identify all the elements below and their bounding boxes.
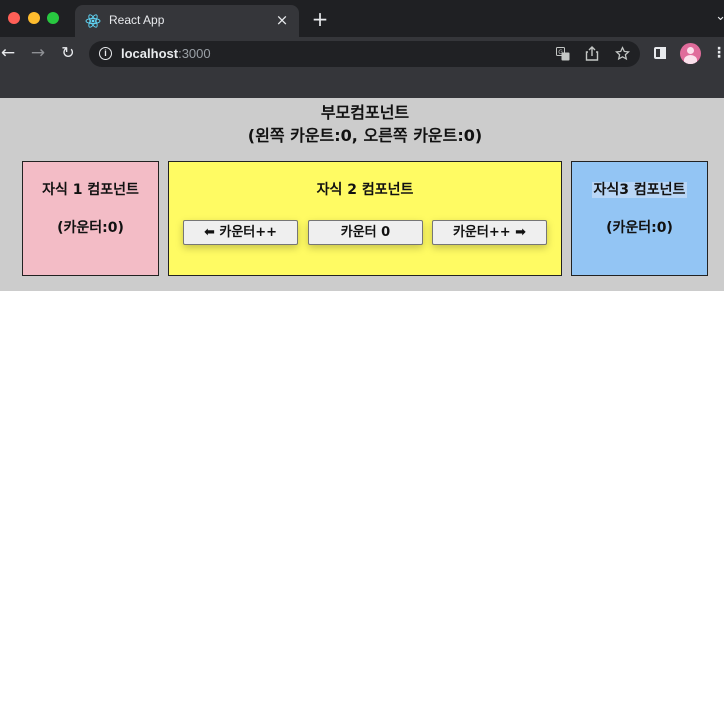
minimize-window-button[interactable] [28, 12, 40, 24]
url-host: localhost [121, 46, 179, 61]
page-viewport: 부모컴포넌트 (왼쪽 카운트:0, 오른쪽 카운트:0) 자식 1 컴포넌트 (… [0, 98, 724, 718]
forward-arrow-icon[interactable]: → [28, 42, 48, 64]
increment-right-button[interactable]: 카운터++ ➡ [432, 220, 547, 245]
tab-title: React App [109, 13, 165, 27]
bookmarks-bar [0, 70, 724, 98]
parent-title: 부모컴포넌트 [320, 103, 410, 122]
child3-component: 자식3 컴포넌트 (카운터:0) [571, 161, 708, 276]
child2-component: 자식 2 컴포넌트 ⬅ 카운터++ 카운터 0 카운터++ ➡ [168, 161, 562, 276]
profile-avatar[interactable] [680, 43, 701, 64]
svg-text:G: G [558, 49, 563, 56]
back-arrow-icon[interactable]: ← [0, 42, 18, 64]
browser-toolbar: ← → ↻ i localhost:3000 G ⋮ [0, 37, 724, 70]
maximize-window-button[interactable] [47, 12, 59, 24]
react-logo-icon [85, 14, 101, 28]
tab-close-icon[interactable]: × [273, 11, 291, 29]
child1-counter: (카운터:0) [57, 220, 124, 236]
translate-icon[interactable]: G [554, 45, 572, 63]
side-panel-icon[interactable] [651, 44, 669, 62]
close-window-button[interactable] [8, 12, 20, 24]
site-info-icon[interactable]: i [99, 47, 112, 60]
reload-icon[interactable]: ↻ [58, 42, 78, 64]
child3-title: 자식3 컴포넌트 [591, 182, 688, 198]
child1-title: 자식 1 컴포넌트 [42, 182, 139, 198]
new-tab-icon[interactable]: + [310, 9, 330, 29]
url-text[interactable]: localhost:3000 [121, 46, 211, 61]
share-icon[interactable] [583, 45, 601, 63]
child3-title-wrap: 자식3 컴포넌트 [572, 179, 707, 199]
increment-left-button[interactable]: ⬅ 카운터++ [183, 220, 298, 245]
address-bar[interactable]: i localhost:3000 G [89, 41, 640, 67]
child1-component: 자식 1 컴포넌트 (카운터:0) [22, 161, 159, 276]
more-menu-icon[interactable]: ⋮ [712, 44, 724, 62]
bookmark-star-icon[interactable] [613, 45, 631, 63]
child2-title: 자식 2 컴포넌트 [316, 182, 414, 198]
child3-counter: (카운터:0) [606, 220, 673, 236]
browser-titlebar: React App × + ⌄ [0, 0, 724, 37]
tab-react-app[interactable]: React App × [75, 5, 299, 37]
tab-search-chevron-icon[interactable]: ⌄ [715, 9, 724, 24]
url-port: :3000 [178, 46, 211, 61]
parent-component: 부모컴포넌트 (왼쪽 카운트:0, 오른쪽 카운트:0) 자식 1 컴포넌트 (… [0, 98, 724, 291]
parent-counts: (왼쪽 카운트:0, 오른쪽 카운트:0) [247, 126, 483, 145]
counter-button[interactable]: 카운터 0 [308, 220, 423, 245]
